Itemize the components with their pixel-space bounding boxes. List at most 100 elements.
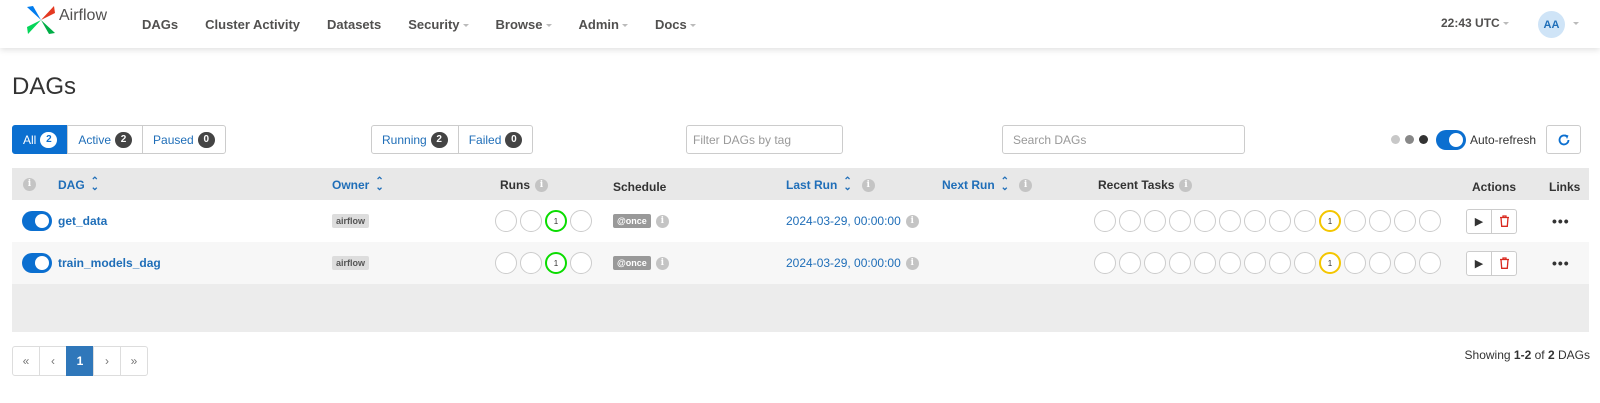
brand[interactable]: Airflow	[25, 4, 107, 36]
delete-dag-button[interactable]	[1491, 250, 1517, 276]
info-icon[interactable]: i	[905, 214, 919, 228]
info-icon[interactable]: i	[905, 256, 919, 270]
task-state-circle[interactable]	[1394, 252, 1416, 274]
info-icon[interactable]: i	[655, 214, 669, 228]
run-state-circle[interactable]	[495, 252, 517, 274]
run-state-circle[interactable]	[570, 252, 592, 274]
menu-browse[interactable]: Browse	[496, 17, 552, 32]
header-last-run[interactable]: Last Run ⌃ ⌄ i	[786, 177, 875, 193]
sort-icon: ⌃ ⌄	[375, 176, 384, 193]
refresh-button[interactable]	[1546, 125, 1581, 154]
delete-dag-button[interactable]	[1491, 208, 1517, 234]
more-links-icon[interactable]: •••	[1552, 255, 1570, 271]
dot-icon	[1405, 135, 1414, 144]
owner-tag[interactable]: airflow	[332, 214, 370, 228]
dag-actions: ▶	[1466, 250, 1517, 276]
dag-id-link[interactable]: get_data	[58, 214, 107, 228]
header-next-run[interactable]: Next Run ⌃ ⌄ i	[942, 177, 1033, 193]
task-state-circle[interactable]	[1269, 252, 1291, 274]
task-state-circle[interactable]	[1419, 210, 1441, 232]
run-filter: Running 2 Failed 0	[371, 125, 534, 154]
chevron-down-icon	[462, 23, 469, 27]
run-state-circle[interactable]: 1	[545, 210, 567, 232]
first-page-button[interactable]: «	[12, 346, 40, 376]
info-icon[interactable]: i	[655, 256, 669, 270]
page-1-button[interactable]: 1	[66, 346, 94, 376]
task-state-circle[interactable]: 1	[1319, 252, 1341, 274]
task-state-circle[interactable]	[1219, 252, 1241, 274]
run-state-circle[interactable]	[495, 210, 517, 232]
menu-datasets[interactable]: Datasets	[327, 17, 381, 32]
trigger-dag-button[interactable]: ▶	[1466, 250, 1492, 276]
run-state-circle[interactable]	[520, 252, 542, 274]
dags-table: i DAG ⌃ ⌄ Owner ⌃ ⌄ Runs i Schedule Last Run ⌃…	[12, 168, 1589, 332]
avatar[interactable]: AA	[1538, 11, 1565, 38]
trigger-dag-button[interactable]: ▶	[1466, 208, 1492, 234]
run-state-circle[interactable]	[570, 210, 592, 232]
dag-id-link[interactable]: train_models_dag	[58, 256, 161, 270]
task-state-circle[interactable]	[1094, 210, 1116, 232]
filter-active[interactable]: Active 2	[67, 125, 144, 154]
task-state-circle[interactable]	[1294, 210, 1316, 232]
task-state-circle[interactable]	[1369, 252, 1391, 274]
clock[interactable]: 22:43 UTC	[1441, 16, 1509, 30]
filter-failed[interactable]: Failed 0	[457, 125, 534, 154]
task-state-circle[interactable]	[1169, 210, 1191, 232]
task-state-circle[interactable]	[1119, 210, 1141, 232]
filter-paused[interactable]: Paused 0	[142, 125, 226, 154]
search-input[interactable]: Search DAGs	[1002, 125, 1245, 154]
next-page-button[interactable]: ›	[93, 346, 121, 376]
dag-pause-toggle[interactable]	[22, 253, 52, 273]
task-state-circle[interactable]	[1244, 252, 1266, 274]
menu-dags[interactable]: DAGs	[142, 17, 178, 32]
info-icon[interactable]: i	[535, 178, 548, 192]
task-state-circle[interactable]	[1244, 210, 1266, 232]
info-icon[interactable]: i	[1019, 178, 1033, 192]
owner-tag[interactable]: airflow	[332, 256, 370, 270]
task-state-circle[interactable]	[1344, 210, 1366, 232]
task-state-circle[interactable]	[1219, 210, 1241, 232]
info-icon[interactable]: i	[1179, 178, 1193, 192]
task-state-circle[interactable]	[1119, 252, 1141, 274]
menu-cluster-activity[interactable]: Cluster Activity	[205, 17, 300, 32]
header-dag[interactable]: DAG ⌃ ⌄	[58, 177, 99, 193]
task-state-circle[interactable]	[1344, 252, 1366, 274]
last-run-link[interactable]: 2024-03-29, 00:00:00	[786, 214, 901, 228]
task-state-circle[interactable]	[1169, 252, 1191, 274]
menu-admin[interactable]: Admin	[579, 17, 628, 32]
auto-refresh-toggle[interactable]	[1436, 130, 1466, 150]
trash-icon	[1499, 257, 1509, 269]
run-state-circle[interactable]: 1	[545, 252, 567, 274]
chevron-down-icon	[1502, 22, 1509, 26]
chevron-down-icon	[689, 23, 696, 27]
last-page-button[interactable]: »	[120, 346, 148, 376]
menu-docs[interactable]: Docs	[655, 17, 696, 32]
filter-running[interactable]: Running 2	[371, 125, 459, 154]
task-state-circle[interactable]	[1194, 210, 1216, 232]
menu-security[interactable]: Security	[408, 17, 469, 32]
dag-pause-toggle[interactable]	[22, 211, 52, 231]
run-state-circle[interactable]	[520, 210, 542, 232]
task-state-circle[interactable]	[1194, 252, 1216, 274]
task-state-circle[interactable]	[1144, 252, 1166, 274]
task-state-circle[interactable]	[1144, 210, 1166, 232]
task-state-circle[interactable]	[1094, 252, 1116, 274]
task-state-circle[interactable]	[1369, 210, 1391, 232]
tag-filter-input[interactable]: Filter DAGs by tag	[686, 125, 843, 154]
count-badge: 0	[197, 131, 215, 148]
showing-count: Showing 1-2 of 2 DAGs	[1464, 348, 1590, 362]
more-links-icon[interactable]: •••	[1552, 213, 1570, 229]
task-state-circle[interactable]	[1294, 252, 1316, 274]
task-state-circle[interactable]	[1269, 210, 1291, 232]
task-state-circle[interactable]: 1	[1319, 210, 1341, 232]
last-run-link[interactable]: 2024-03-29, 00:00:00	[786, 256, 901, 270]
task-state-circle[interactable]	[1394, 210, 1416, 232]
schedule-tag[interactable]: @once	[613, 214, 651, 228]
main-menu: DAGs Cluster Activity Datasets Security …	[142, 0, 723, 48]
header-owner[interactable]: Owner ⌃ ⌄	[332, 176, 384, 193]
schedule-tag[interactable]: @once	[613, 256, 651, 270]
prev-page-button[interactable]: ‹	[39, 346, 67, 376]
filter-all[interactable]: All 2	[12, 125, 69, 154]
task-state-circle[interactable]	[1419, 252, 1441, 274]
info-icon[interactable]: i	[861, 178, 875, 192]
